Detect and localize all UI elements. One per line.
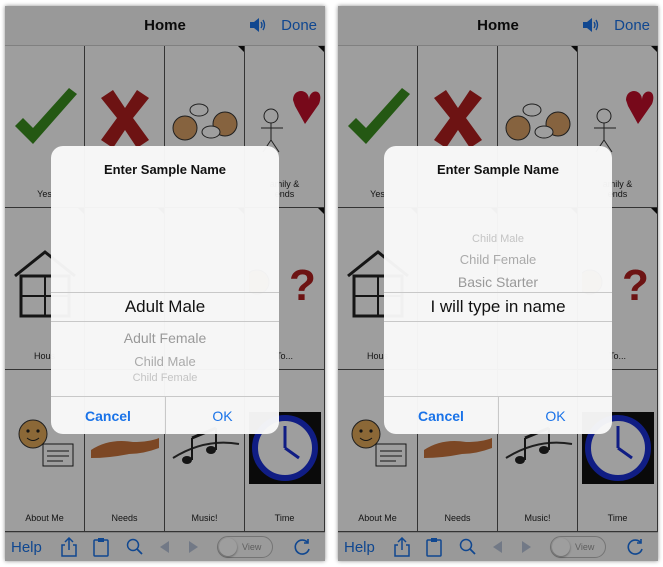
picker-option-selected[interactable]: Adult Male: [51, 297, 279, 317]
ok-button[interactable]: OK: [165, 397, 279, 434]
sample-name-dialog: Enter Sample Name Child Male Child Femal…: [384, 146, 612, 434]
picker-option-selected[interactable]: I will type in name: [384, 297, 612, 317]
picker-option[interactable]: Adult Female: [51, 330, 279, 346]
picker-option[interactable]: Child Male: [384, 233, 612, 245]
name-picker[interactable]: Adult Male Adult Female Child Male Child…: [51, 196, 279, 392]
picker-option[interactable]: Child Male: [51, 354, 279, 369]
phone-screen-left: Home Done Yes amily & ends Hous ? To... …: [5, 6, 325, 561]
picker-option[interactable]: Basic Starter: [384, 274, 612, 290]
name-picker[interactable]: Child Male Child Female Basic Starter I …: [384, 196, 612, 392]
dialog-button-row: Cancel OK: [384, 396, 612, 434]
cancel-button[interactable]: Cancel: [384, 397, 498, 434]
picker-option[interactable]: Child Female: [51, 372, 279, 381]
picker-option[interactable]: Child Female: [384, 252, 612, 267]
cancel-button[interactable]: Cancel: [51, 397, 165, 434]
dialog-title: Enter Sample Name: [103, 162, 227, 177]
dialog-button-row: Cancel OK: [51, 396, 279, 434]
phone-screen-right: Home Done Yes amily & ends Hous ? To... …: [338, 6, 658, 561]
ok-button[interactable]: OK: [498, 397, 612, 434]
sample-name-dialog: Enter Sample Name Adult Male Adult Femal…: [51, 146, 279, 434]
dialog-title: Enter Sample Name: [436, 162, 560, 177]
